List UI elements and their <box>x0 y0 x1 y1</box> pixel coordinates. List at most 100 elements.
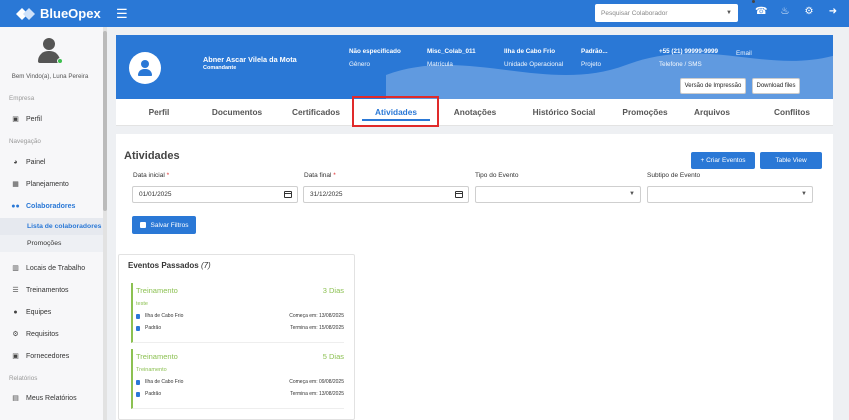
field-label: Projeto <box>581 61 601 68</box>
tab-perfil[interactable]: Perfil <box>116 99 202 124</box>
location-icon <box>136 379 140 385</box>
sidebar-item-label: Fornecedores <box>26 352 70 360</box>
tab-arquivos[interactable]: Arquivos <box>684 99 740 124</box>
profile-field-unit: Ilha de Cabo Frio Unidade Operacional <box>504 48 563 68</box>
project-text: Padrão <box>145 325 162 331</box>
required-mark: * <box>166 172 170 179</box>
past-events-panel: Eventos Passados (7) Treinamento 3 Dias … <box>118 254 355 420</box>
profile-name: Abner Ascar Vilela da Mota <box>203 55 297 64</box>
welcome-text: Bem Vindo(a), Luna Pereira <box>11 73 89 80</box>
tab-certificados[interactable]: Certificados <box>280 99 352 124</box>
end-date-label: Data final * <box>304 172 336 179</box>
start-date-label: Data inicial * <box>133 172 169 179</box>
past-events-title: Eventos Passados (7) <box>128 261 211 270</box>
field-label: Gênero <box>349 61 371 68</box>
tab-anotacoes[interactable]: Anotações <box>442 99 508 124</box>
print-version-button[interactable]: Versão de Impressão <box>680 78 746 94</box>
project-icon <box>136 391 140 397</box>
download-files-button[interactable]: Download files <box>752 78 800 94</box>
profile-field-phone: +55 (21) 99999-9999 Telefone / SMS <box>659 48 718 68</box>
dashboard-icon: ◕ <box>13 158 18 166</box>
save-icon <box>139 222 146 228</box>
sidebar: Bem Vindo(a), Luna Pereira Empresa ▣ Perf… <box>0 27 104 420</box>
sidebar-item-colaboradores[interactable]: ●● Colaboradores <box>0 197 104 215</box>
online-status-icon <box>57 58 63 64</box>
past-events-count: (7) <box>200 261 211 270</box>
profile-tabs: Perfil Documentos Certificados Atividade… <box>116 99 833 126</box>
calendar-icon[interactable] <box>455 191 463 198</box>
sidebar-item-label: Treinamentos <box>26 286 69 294</box>
logout-icon[interactable]: ➜ <box>827 6 839 17</box>
profile-field-email: Email <box>736 50 752 57</box>
event-type: Treinamento <box>136 286 178 295</box>
tab-promocoes[interactable]: Promoções <box>610 99 680 124</box>
event-description: teste <box>136 301 148 307</box>
sidebar-scrollbar[interactable] <box>103 27 107 420</box>
project-icon <box>136 325 140 331</box>
profile-avatar[interactable] <box>129 52 161 84</box>
sidebar-item-label: Colaboradores <box>26 202 76 210</box>
tab-atividades[interactable]: Atividades <box>356 99 436 124</box>
event-type-select[interactable]: ▼ <box>475 186 641 203</box>
event-start-date: Começa em: 09/08/2025 <box>289 379 344 385</box>
sidebar-item-planejamento[interactable]: ▦ Planejamento <box>0 175 104 193</box>
logo-icon <box>16 7 35 20</box>
sidebar-item-locais[interactable]: ▥ Locais de Trabalho <box>0 259 104 277</box>
input-value: 01/01/2025 <box>139 191 172 198</box>
event-subtype-select[interactable]: ▼ <box>647 186 813 203</box>
field-label: Matrícula <box>427 61 453 68</box>
event-card[interactable]: Treinamento 3 Dias teste Ilha de Cabo Fr… <box>131 283 344 343</box>
label-text: Data inicial <box>133 172 165 179</box>
sidebar-item-painel[interactable]: ◕ Painel <box>0 153 104 171</box>
tab-historico-social[interactable]: Histórico Social <box>516 99 612 124</box>
report-icon: ▤ <box>12 395 19 402</box>
sidebar-item-meus-relatorios[interactable]: ▤ Meus Relatórios <box>0 389 104 407</box>
sidebar-item-treinamentos[interactable]: ☰ Treinamentos <box>0 281 104 299</box>
sidebar-subitem-promocoes[interactable]: Promoções <box>0 235 104 252</box>
sidebar-subitem-label: Promoções <box>27 240 62 247</box>
event-end-date: Termina em: 13/08/2025 <box>290 391 344 397</box>
users-icon: ●● <box>11 202 20 210</box>
event-location: Ilha de Cabo Frio <box>136 379 183 385</box>
end-date-input[interactable]: 31/12/2025 <box>303 186 469 203</box>
button-label: Salvar Filtros <box>150 221 189 229</box>
profile-header: Abner Ascar Vilela da Mota Comandante Nã… <box>116 35 833 99</box>
brand-name: BlueOpex <box>40 6 101 21</box>
profile-role: Comandante <box>203 65 237 71</box>
label-text: Data final <box>304 172 332 179</box>
brand-logo[interactable]: BlueOpex <box>14 6 106 22</box>
sidebar-item-equipes[interactable]: ● Equipes <box>0 303 104 321</box>
gear-icon[interactable]: ⚙ <box>803 6 815 17</box>
sidebar-item-label: Meus Relatórios <box>26 394 77 402</box>
search-select[interactable]: Pesquisar Colaborador ▼ <box>595 4 738 22</box>
tab-documentos[interactable]: Documentos <box>202 99 272 124</box>
event-project: Padrão <box>136 391 161 397</box>
field-value: Misc_Colab_011 <box>427 48 476 55</box>
sidebar-subitem-label: Lista de colaboradores <box>27 223 102 230</box>
required-mark: * <box>333 172 336 179</box>
table-view-button[interactable]: Table View <box>760 152 822 169</box>
menu-toggle-icon[interactable]: ☰ <box>116 6 128 22</box>
tab-conflitos[interactable]: Conflitos <box>764 99 820 124</box>
sidebar-item-fornecedores[interactable]: ▣ Fornecedores <box>0 347 104 365</box>
sidebar-item-label: Perfil <box>26 115 42 123</box>
calendar-icon[interactable] <box>284 191 292 198</box>
page-title: Atividades <box>124 150 180 162</box>
event-end-date: Termina em: 15/08/2025 <box>290 325 344 331</box>
event-description: Treinamento <box>136 367 167 373</box>
bell-icon[interactable]: ♨ <box>779 6 791 17</box>
user-avatar[interactable] <box>36 38 63 64</box>
chevron-down-icon: ▼ <box>726 10 732 16</box>
sidebar-item-perfil[interactable]: ▣ Perfil <box>0 110 104 128</box>
event-start-date: Começa em: 13/08/2025 <box>289 313 344 319</box>
save-filters-button[interactable]: Salvar Filtros <box>132 216 196 234</box>
field-value: Padrão... <box>581 48 608 55</box>
sidebar-subitem-lista[interactable]: Lista de colaboradores <box>0 218 104 235</box>
start-date-input[interactable]: 01/01/2025 <box>132 186 298 203</box>
sidebar-item-label: Planejamento <box>26 180 69 188</box>
headset-icon[interactable]: ☎ <box>755 6 767 17</box>
event-card[interactable]: Treinamento 5 Dias Treinamento Ilha de C… <box>131 349 344 409</box>
sidebar-item-requisitos[interactable]: ⚙ Requisitos <box>0 325 104 343</box>
team-icon: ● <box>13 308 18 316</box>
create-event-button[interactable]: + Criar Eventos <box>691 152 755 169</box>
